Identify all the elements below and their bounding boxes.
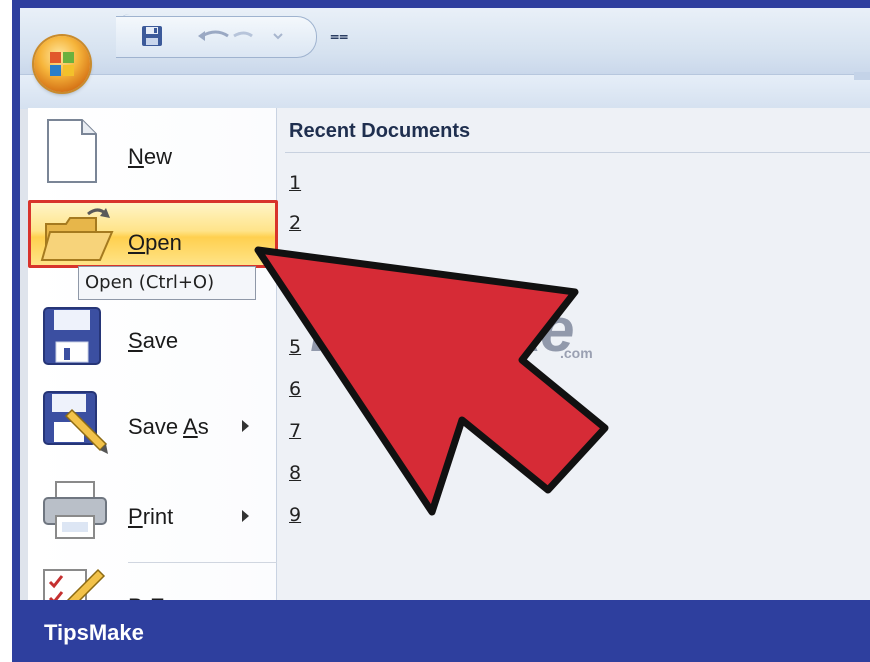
menu-divider <box>128 562 278 563</box>
menu-item-new[interactable]: New <box>28 108 276 188</box>
watermark-suffix: .com <box>560 345 593 361</box>
menu-label-print-rest: rint <box>142 504 174 529</box>
tipsmake-watermark: TipsMake <box>300 296 574 365</box>
recent-doc-9[interactable]: 9 <box>289 504 301 526</box>
menu-label-print: Print <box>128 504 174 529</box>
screenshot-frame: ⩵ New Open Save Save As Print Recent Doc… <box>0 0 870 662</box>
menu-item-save-as[interactable]: Save As <box>28 380 276 460</box>
printer-icon <box>43 481 107 539</box>
submenu-arrow-icon <box>242 510 249 522</box>
menu-label-save-as: Save As <box>128 414 209 439</box>
qat-customize-icon[interactable]: ⩵ <box>330 26 348 46</box>
menu-label-new: New <box>128 144 173 169</box>
recent-documents-header: Recent Documents <box>289 120 471 142</box>
menu-label-save: Save <box>128 328 179 353</box>
chevron-down-icon[interactable] <box>270 28 286 44</box>
floppy-save-icon[interactable] <box>140 24 164 48</box>
checklist-pencil-icon <box>43 568 106 600</box>
menu-label-save-rest: ave <box>142 328 179 353</box>
floppy-pencil-icon <box>43 391 108 454</box>
ribbon-strip <box>20 74 870 109</box>
office-menu-commands: New Open Save Save As Print <box>28 108 278 600</box>
ribbon-edge <box>854 72 870 80</box>
footer-bar: TipsMake <box>12 600 870 662</box>
open-highlight-box <box>28 200 278 268</box>
recent-doc-2[interactable]: 2 <box>289 212 301 234</box>
submenu-arrow-icon <box>242 420 249 432</box>
office-orb-icon <box>50 52 74 76</box>
recent-doc-1[interactable]: 1 <box>289 172 301 194</box>
undo-icon[interactable] <box>196 28 256 44</box>
blank-document-icon <box>47 119 97 183</box>
footer-brand: TipsMake <box>44 620 144 645</box>
menu-label-save-as-rest: s <box>197 414 209 439</box>
frame-border-left <box>12 0 20 610</box>
menu-label-save-as-first: Save <box>128 414 184 439</box>
office-button[interactable] <box>34 36 90 92</box>
recent-doc-7[interactable]: 7 <box>289 420 301 442</box>
frame-border-top <box>12 0 870 8</box>
menu-item-print[interactable]: Print <box>28 470 276 550</box>
menu-label-new-rest: ew <box>143 144 173 169</box>
recent-doc-6[interactable]: 6 <box>289 378 301 400</box>
floppy-disk-icon <box>43 307 101 365</box>
recent-divider <box>285 152 870 153</box>
recent-doc-8[interactable]: 8 <box>289 462 301 484</box>
open-tooltip: Open (Ctrl+O) <box>78 266 256 300</box>
menu-item-save[interactable]: Save <box>28 298 276 378</box>
